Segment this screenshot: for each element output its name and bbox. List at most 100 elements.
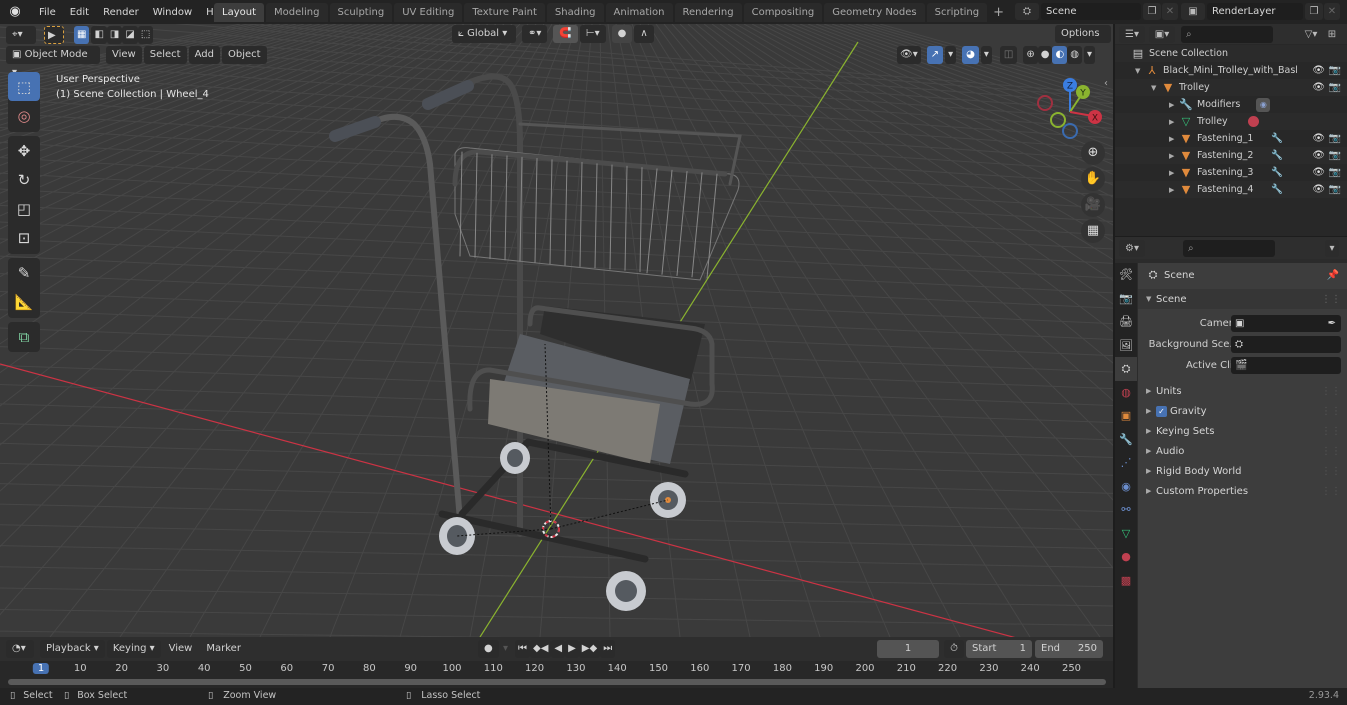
constraints-tab-icon[interactable]: ⚯: [1115, 498, 1137, 522]
visibility-eye-icon[interactable]: 👁: [1312, 167, 1325, 178]
modifier-wrench-icon[interactable]: 🔧: [1271, 184, 1283, 195]
outliner-row[interactable]: ▶ 🔧 Modifiers ◉: [1115, 96, 1347, 113]
scene-name-field[interactable]: Scene: [1041, 2, 1141, 20]
tab-rendering[interactable]: Rendering: [674, 3, 742, 22]
gravity-checkbox[interactable]: ✓: [1156, 405, 1167, 417]
material-icon[interactable]: [1247, 116, 1259, 127]
render-camera-icon[interactable]: 📷: [1329, 133, 1341, 144]
expand-arrow-icon[interactable]: ▶: [1169, 152, 1179, 160]
outliner-row[interactable]: ▼ ⅄ Black_Mini_Trolley_with_Basl 👁 📷: [1115, 62, 1347, 79]
tab-animation[interactable]: Animation: [605, 3, 673, 22]
subsurf-modifier-icon[interactable]: ◉: [1256, 97, 1271, 112]
gravity-panel[interactable]: ▶ ✓ Gravity ⋮⋮: [1138, 401, 1347, 421]
visibility-eye-icon[interactable]: 👁: [1312, 133, 1325, 144]
modifier-wrench-icon[interactable]: 🔧: [1271, 133, 1283, 144]
render-camera-icon[interactable]: 📷: [1329, 167, 1341, 178]
jump-start-icon[interactable]: ⏮: [515, 640, 530, 658]
physics-tab-icon[interactable]: ◉: [1115, 475, 1137, 499]
preview-range-icon[interactable]: ⏱: [944, 640, 964, 658]
outliner-row-scene-collection[interactable]: ▤ Scene Collection: [1115, 45, 1347, 62]
filter-icon[interactable]: ▽▾: [1299, 26, 1323, 43]
display-mode-dropdown[interactable]: ▣▾: [1149, 25, 1175, 43]
play-reverse-icon[interactable]: ◀: [551, 640, 566, 658]
properties-search-input[interactable]: ⌕: [1183, 239, 1275, 257]
tool-tab-icon[interactable]: 🛠: [1115, 263, 1137, 287]
timeline-view-menu[interactable]: View: [163, 640, 199, 658]
tab-sculpting[interactable]: Sculpting: [329, 3, 393, 22]
tab-layout[interactable]: Layout: [214, 3, 264, 22]
next-keyframe-icon[interactable]: ▶◆: [578, 640, 601, 658]
auto-keying-toggle[interactable]: ●: [478, 640, 499, 658]
timeline-scrollbar[interactable]: [8, 679, 1106, 685]
jump-end-icon[interactable]: ⏭: [600, 640, 616, 658]
scene-icon[interactable]: ⛭: [1015, 2, 1039, 20]
outliner-row[interactable]: ▶ ▼ Fastening_3 🔧 👁 📷: [1115, 164, 1347, 181]
tab-uv-editing[interactable]: UV Editing: [394, 3, 463, 22]
outliner-row[interactable]: ▶ ▼ Fastening_2 🔧 👁 📷: [1115, 147, 1347, 164]
outliner-editor-type[interactable]: ☰▾: [1119, 25, 1145, 43]
expand-arrow-icon[interactable]: ▶: [1169, 186, 1179, 194]
scene-tab-icon[interactable]: ⛭: [1115, 357, 1137, 381]
background-scene-field[interactable]: ⛭: [1231, 335, 1341, 353]
visibility-eye-icon[interactable]: 👁: [1312, 82, 1325, 93]
audio-panel[interactable]: ▶ Audio ⋮⋮: [1138, 441, 1347, 461]
pin-icon[interactable]: 📌: [1327, 270, 1339, 281]
outliner-row[interactable]: ▶ ▽ Trolley: [1115, 113, 1347, 130]
outliner-row[interactable]: ▼ ▼ Trolley 👁 📷: [1115, 79, 1347, 96]
texture-tab-icon[interactable]: ▩: [1115, 569, 1137, 593]
object-tab-icon[interactable]: ▣: [1115, 404, 1137, 428]
view-layer-icon[interactable]: ▣: [1181, 2, 1205, 20]
marker-menu[interactable]: Marker: [200, 640, 247, 658]
tab-texture-paint[interactable]: Texture Paint: [464, 3, 545, 22]
modifier-wrench-icon[interactable]: 🔧: [1271, 167, 1283, 178]
auto-keying-dropdown[interactable]: ▾: [497, 640, 514, 658]
keying-menu[interactable]: Keying ▾: [106, 640, 161, 658]
menu-file[interactable]: File: [32, 7, 63, 18]
keying-sets-panel[interactable]: ▶ Keying Sets ⋮⋮: [1138, 421, 1347, 441]
rigid-body-world-panel[interactable]: ▶ Rigid Body World ⋮⋮: [1138, 461, 1347, 481]
expand-arrow-icon[interactable]: ▶: [1169, 101, 1179, 109]
visibility-eye-icon[interactable]: 👁: [1312, 184, 1325, 195]
data-tab-icon[interactable]: ▽: [1115, 522, 1137, 546]
tab-modeling[interactable]: Modeling: [266, 3, 328, 22]
active-clip-field[interactable]: 🎬: [1231, 356, 1341, 374]
new-view-layer-button[interactable]: ❐: [1305, 2, 1323, 20]
expand-arrow-icon[interactable]: ▶: [1169, 135, 1179, 143]
tab-shading[interactable]: Shading: [546, 3, 604, 22]
tab-compositing[interactable]: Compositing: [743, 3, 823, 22]
expand-arrow-icon[interactable]: ▼: [1151, 84, 1161, 92]
expand-arrow-icon[interactable]: ▼: [1135, 67, 1145, 75]
camera-field[interactable]: ▣ ✒: [1231, 314, 1341, 332]
particles-tab-icon[interactable]: ⋰: [1115, 451, 1137, 475]
outliner-row[interactable]: ▶ ▼ Fastening_4 🔧 👁 📷: [1115, 181, 1347, 198]
menu-window[interactable]: Window: [146, 7, 199, 18]
eyedropper-icon[interactable]: ✒: [1328, 318, 1336, 329]
properties-options-dropdown[interactable]: ▾: [1325, 239, 1339, 257]
material-tab-icon[interactable]: ●: [1115, 545, 1137, 569]
delete-view-layer-button[interactable]: ✕: [1324, 2, 1340, 20]
modifier-wrench-icon[interactable]: 🔧: [1271, 150, 1283, 161]
render-tab-icon[interactable]: 📷: [1115, 287, 1137, 311]
scene-panel-header[interactable]: ▼ Scene ⋮⋮: [1138, 289, 1347, 309]
visibility-eye-icon[interactable]: 👁: [1312, 65, 1325, 76]
render-camera-icon[interactable]: 📷: [1329, 82, 1341, 93]
world-tab-icon[interactable]: ◍: [1115, 381, 1137, 405]
render-camera-icon[interactable]: 📷: [1329, 184, 1341, 195]
play-icon[interactable]: ▶: [565, 640, 579, 658]
view-layer-name-field[interactable]: RenderLayer: [1207, 2, 1303, 20]
outliner-search-input[interactable]: ⌕: [1181, 25, 1273, 43]
trolley-model[interactable]: [0, 24, 1113, 637]
blender-logo-icon[interactable]: ◉: [6, 3, 24, 21]
render-camera-icon[interactable]: 📷: [1329, 150, 1341, 161]
menu-render[interactable]: Render: [96, 7, 146, 18]
menu-edit[interactable]: Edit: [63, 7, 96, 18]
expand-arrow-icon[interactable]: ▶: [1169, 118, 1179, 126]
end-frame-field[interactable]: End 250: [1035, 640, 1103, 658]
modifiers-tab-icon[interactable]: 🔧: [1115, 428, 1137, 452]
expand-arrow-icon[interactable]: ▶: [1169, 169, 1179, 177]
tab-scripting[interactable]: Scripting: [926, 3, 988, 22]
custom-properties-panel[interactable]: ▶ Custom Properties ⋮⋮: [1138, 481, 1347, 501]
visibility-eye-icon[interactable]: 👁: [1312, 150, 1325, 161]
render-camera-icon[interactable]: 📷: [1329, 65, 1341, 76]
current-frame-indicator[interactable]: 1: [32, 663, 50, 674]
